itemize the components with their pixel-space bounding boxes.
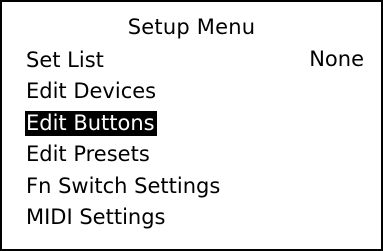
- menu-title: Setup Menu: [127, 15, 256, 39]
- menu-item-midi-settings[interactable]: MIDI Settings: [25, 202, 365, 234]
- menu-item-label: Edit Devices: [26, 79, 157, 103]
- menu-item-label: Fn Switch Settings: [26, 173, 221, 198]
- menu-item-label: Edit Presets: [26, 142, 150, 166]
- menu-item-set-list[interactable]: Set List None: [25, 44, 365, 76]
- set-list-value: None: [309, 47, 364, 71]
- setup-menu-list: Set List None Edit Devices Edit Buttons …: [25, 44, 365, 233]
- menu-item-label: Edit Buttons: [25, 110, 157, 136]
- menu-item-edit-devices[interactable]: Edit Devices: [25, 76, 365, 108]
- menu-item-edit-buttons[interactable]: Edit Buttons: [25, 107, 365, 139]
- menu-item-fn-switch-settings[interactable]: Fn Switch Settings: [25, 170, 365, 202]
- menu-item-edit-presets[interactable]: Edit Presets: [25, 139, 365, 171]
- setup-menu-screen: Setup Menu Set List None Edit Devices Ed…: [0, 0, 383, 251]
- menu-item-label: MIDI Settings: [26, 205, 166, 229]
- menu-item-label: Set List: [26, 47, 104, 72]
